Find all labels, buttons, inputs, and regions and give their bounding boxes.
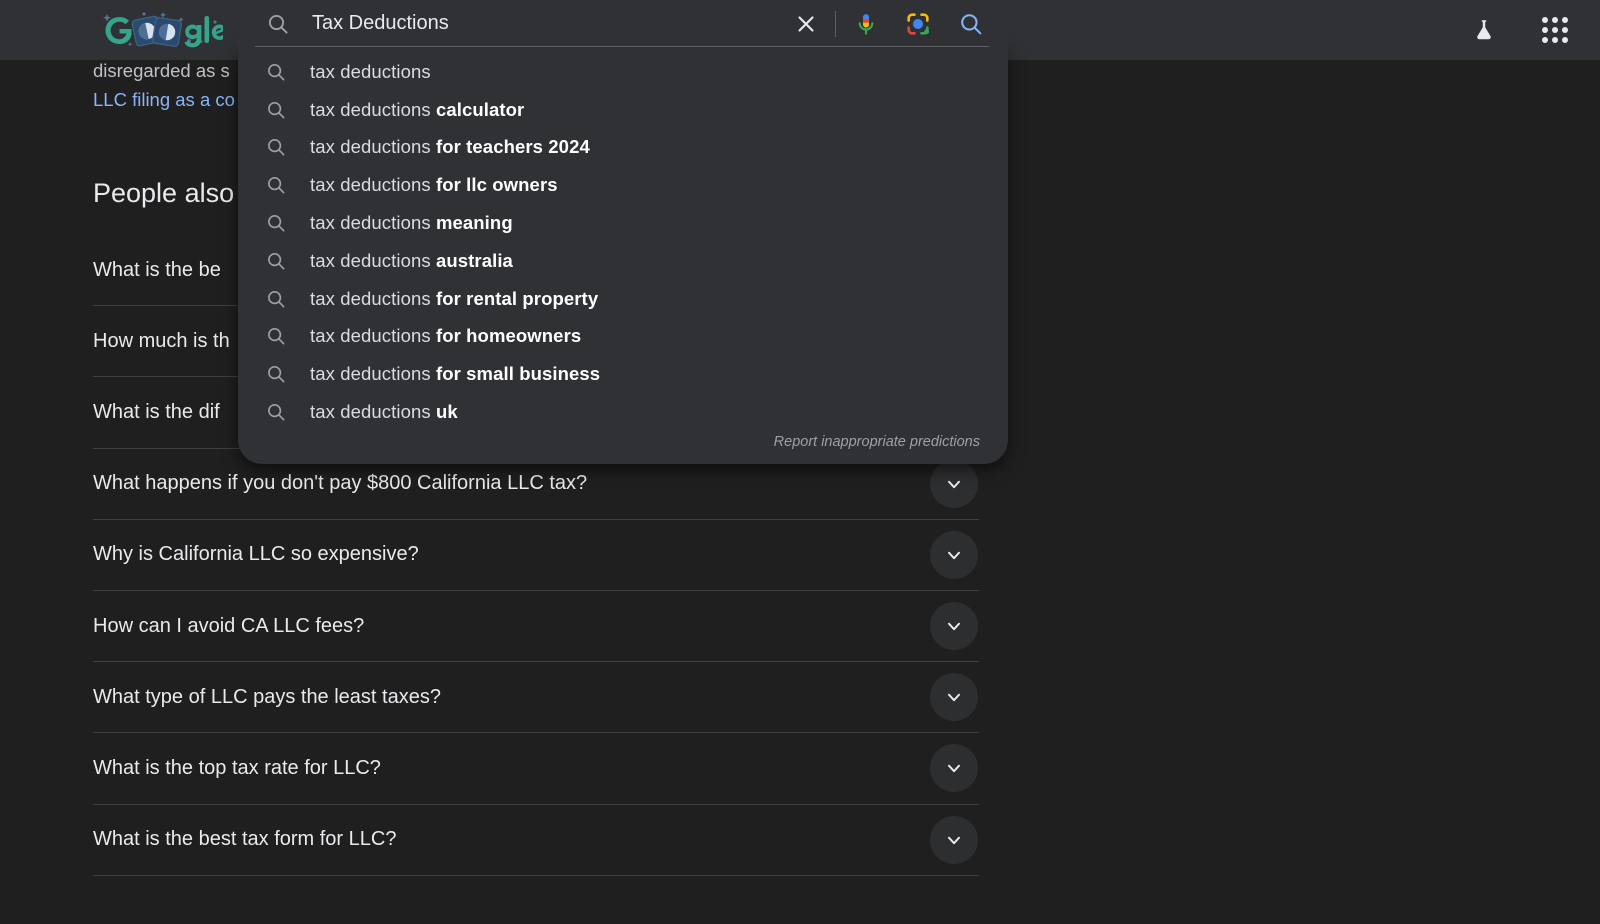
search-icon [264, 211, 288, 235]
suggestion-item[interactable]: tax deductions for homeowners [238, 318, 1008, 356]
flask-icon [1477, 20, 1491, 40]
search-submit-button[interactable] [956, 9, 986, 39]
search-icon [264, 324, 288, 348]
close-icon [798, 15, 814, 32]
suggestion-item[interactable]: tax deductions uk [238, 393, 1008, 431]
question-text: What type of LLC pays the least taxes? [93, 685, 441, 708]
suggestion-item[interactable]: tax deductions for small business [238, 355, 1008, 393]
question-text: Why is California LLC so expensive? [93, 543, 419, 566]
search-box-divider [835, 10, 836, 37]
question-text: What is the be [93, 258, 221, 281]
search-icon [264, 10, 292, 38]
apps-grid-button[interactable] [1536, 11, 1574, 49]
suggestion-label: tax deductions uk [310, 401, 458, 423]
search-suggestions-dropdown: tax deductions tax deductions calculator… [238, 47, 1008, 464]
suggestion-label: tax deductions for llc owners [310, 174, 558, 196]
suggestion-label: tax deductions for small business [310, 363, 601, 385]
google-search-page: tax deductions tax deductions calculator… [0, 0, 1600, 924]
voice-search-button[interactable] [850, 8, 882, 40]
search-box-underline [255, 46, 989, 47]
chevron-down-icon[interactable] [930, 815, 978, 864]
question-text: How can I avoid CA LLC fees? [93, 614, 365, 637]
search-icon [264, 60, 288, 84]
suggestion-item[interactable]: tax deductions meaning [238, 204, 1008, 242]
suggestion-item[interactable]: tax deductions for teachers 2024 [238, 129, 1008, 167]
suggestion-label: tax deductions [310, 60, 431, 82]
search-icon [264, 173, 288, 197]
apps-grid-icon [1542, 17, 1568, 43]
clear-search-button[interactable] [791, 9, 821, 39]
labs-button[interactable] [1464, 10, 1504, 50]
suggestion-item[interactable]: tax deductions australia [238, 242, 1008, 280]
suggestion-item[interactable]: tax deductions for llc owners [238, 166, 1008, 204]
google-doodle-logo-icon [103, 12, 223, 48]
chevron-down-icon[interactable] [930, 530, 978, 579]
google-doodle-logo[interactable] [97, 6, 223, 52]
search-icon [264, 249, 288, 273]
chevron-down-icon[interactable] [930, 744, 978, 793]
search-icon [961, 13, 982, 34]
search-icon [264, 362, 288, 386]
chevron-down-icon[interactable] [930, 459, 978, 508]
suggestion-label: tax deductions for rental property [310, 287, 599, 309]
suggestion-list: tax deductions tax deductions calculator… [238, 53, 1008, 431]
search-icon [264, 400, 288, 424]
suggestion-label: tax deductions australia [310, 249, 513, 271]
google-lens-icon [907, 12, 930, 35]
suggestion-item[interactable]: tax deductions [238, 53, 1008, 91]
people-also-ask-item[interactable]: How can I avoid CA LLC fees? [93, 591, 979, 663]
question-text: How much is th [93, 329, 230, 352]
google-lens-button[interactable] [902, 8, 934, 40]
suggestion-label: tax deductions calculator [310, 98, 525, 120]
chevron-down-icon[interactable] [930, 602, 978, 651]
snippet-text: disregarded as s [93, 60, 230, 81]
suggestion-label: tax deductions meaning [310, 212, 513, 234]
question-text: What is the top tax rate for LLC? [93, 756, 381, 779]
search-box[interactable] [238, 0, 1008, 47]
people-also-ask-item[interactable]: What is the best tax form for LLC? [93, 805, 979, 876]
suggestion-label: tax deductions for teachers 2024 [310, 136, 590, 158]
chevron-down-icon[interactable] [930, 673, 978, 722]
people-also-ask-item[interactable]: What is the top tax rate for LLC? [93, 733, 979, 805]
question-text: What is the dif [93, 400, 220, 423]
people-also-ask-item[interactable]: Why is California LLC so expensive? [93, 520, 979, 591]
microphone-icon [858, 13, 874, 35]
search-icon [264, 135, 288, 159]
suggestion-item[interactable]: tax deductions for rental property [238, 280, 1008, 318]
question-text: What happens if you don't pay $800 Calif… [93, 472, 588, 495]
search-icon [264, 98, 288, 122]
report-predictions-link[interactable]: Report inappropriate predictions [774, 434, 980, 450]
question-text: What is the best tax form for LLC? [93, 828, 397, 851]
suggestion-item[interactable]: tax deductions calculator [238, 91, 1008, 129]
page-title: People also [93, 178, 235, 208]
search-icon [264, 287, 288, 311]
people-also-ask-item[interactable]: What type of LLC pays the least taxes? [93, 662, 979, 734]
suggestion-label: tax deductions for homeowners [310, 325, 582, 347]
snippet-link[interactable]: LLC filing as a co [93, 89, 235, 111]
search-input[interactable] [312, 8, 783, 39]
